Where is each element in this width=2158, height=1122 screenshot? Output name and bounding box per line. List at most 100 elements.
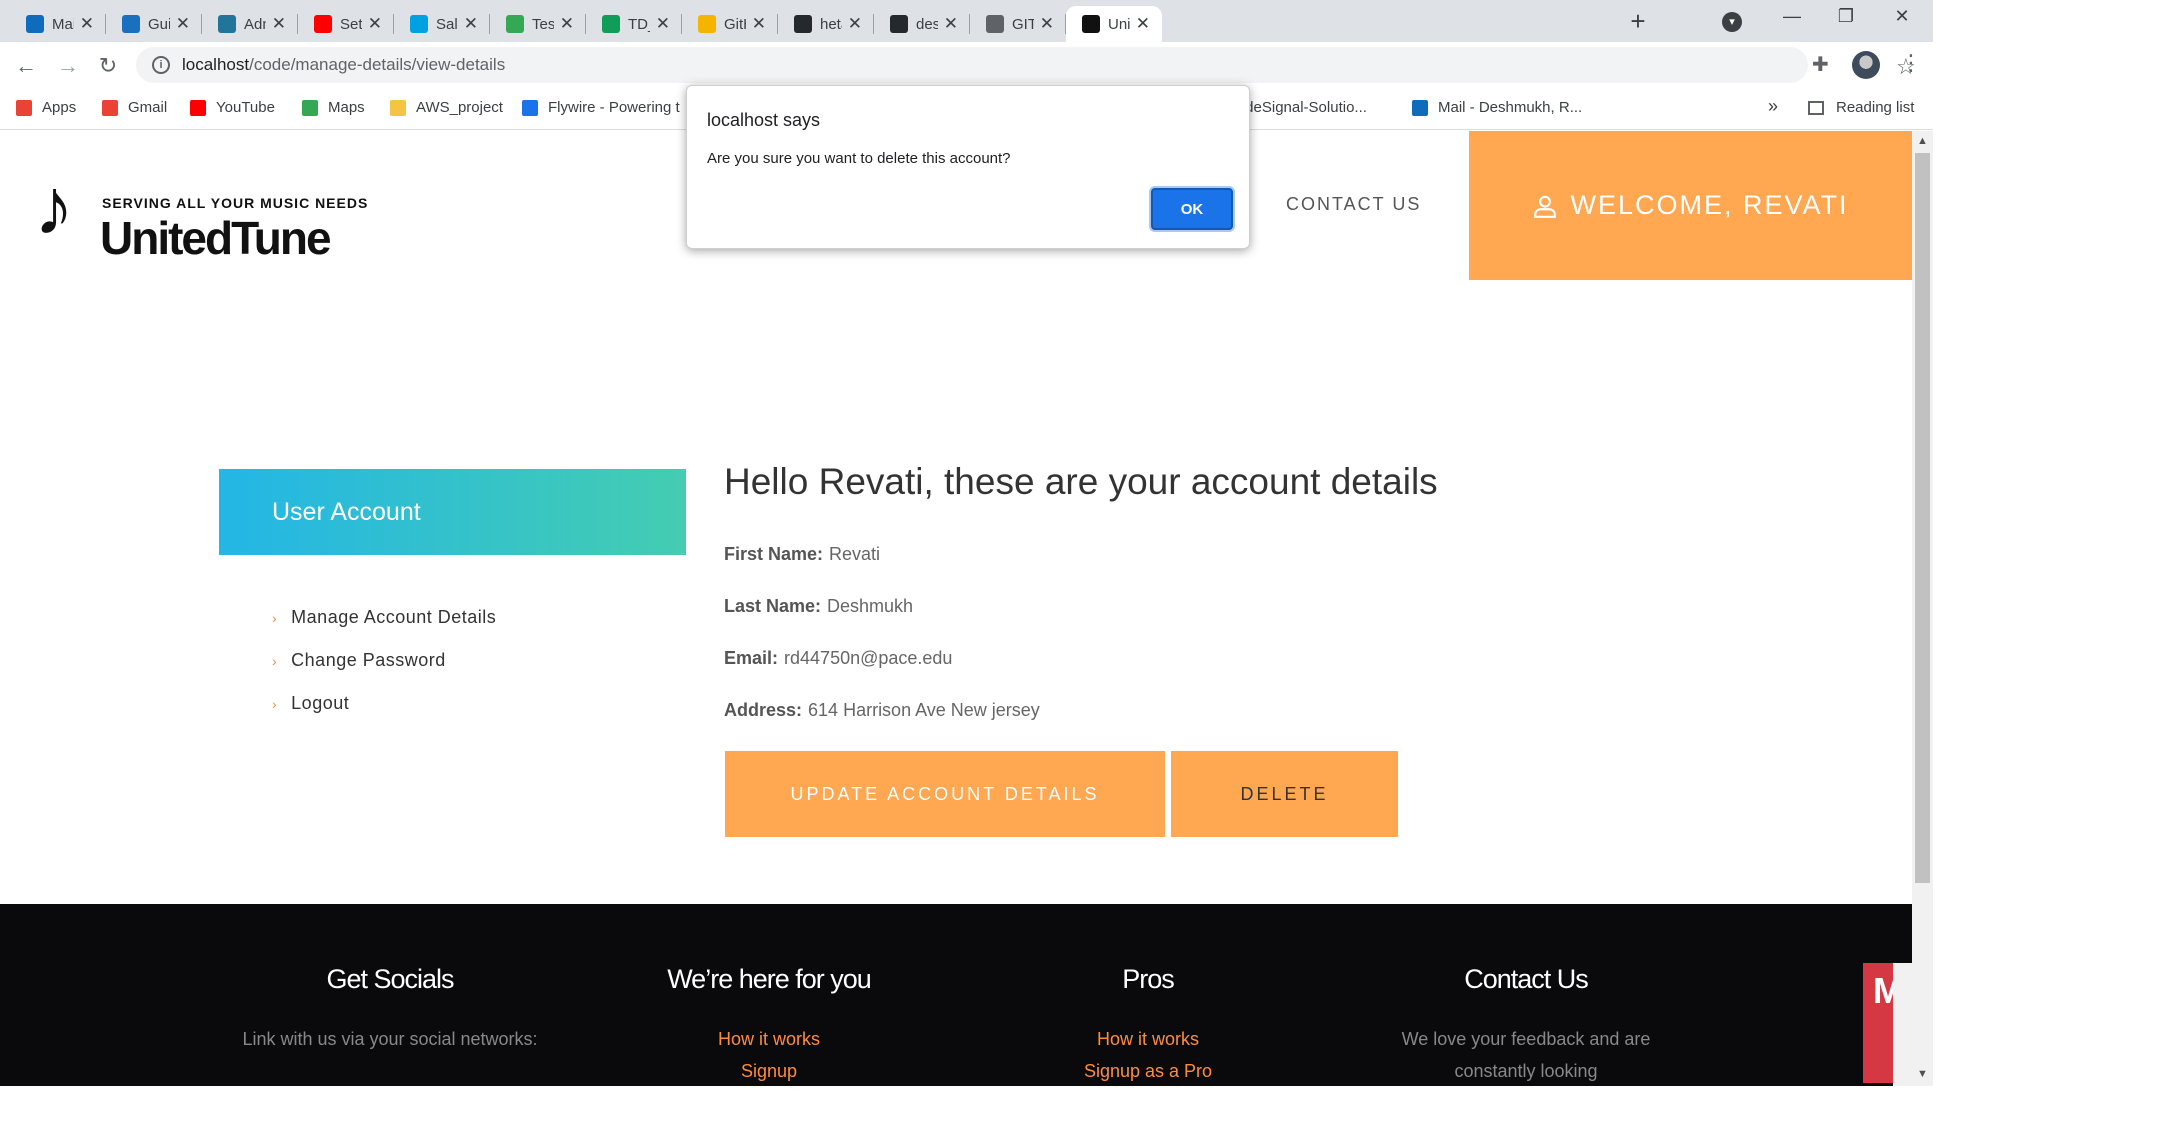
- logo-brand: UnitedTune: [100, 212, 332, 264]
- tab-close-icon[interactable]: ✕: [848, 14, 862, 34]
- browser-tab[interactable]: TD_1.05 ✕: [586, 6, 682, 42]
- delete-account-button[interactable]: DELETE: [1171, 751, 1398, 837]
- footer-link-signup[interactable]: Signup: [609, 1055, 929, 1086]
- browser-tab[interactable]: hetalic/ ✕: [778, 6, 874, 42]
- scroll-down-icon[interactable]: ▼: [1917, 1068, 1928, 1080]
- logo-tagline: SERVING ALL YOUR MUSIC NEEDS: [102, 195, 369, 211]
- menu-kebab-icon[interactable]: ⋮: [1900, 50, 1922, 76]
- welcome-user-button[interactable]: WELCOME, REVATI: [1469, 131, 1912, 280]
- bookmark-label: Flywire - Powering t: [548, 99, 680, 116]
- bookmark-favicon-icon: [102, 99, 118, 116]
- tab-favicon-icon: [698, 15, 716, 33]
- page-scrollbar[interactable]: ▲ ▼: [1912, 131, 1933, 1086]
- address-bar[interactable]: i localhost/code/manage-details/view-det…: [136, 47, 1916, 83]
- tab-close-icon[interactable]: ✕: [1136, 14, 1150, 34]
- bookmark-item[interactable]: Gmail: [102, 99, 167, 116]
- sidebar-item-change-password[interactable]: › Change Password: [272, 639, 496, 682]
- site-logo[interactable]: ♪ SERVING ALL YOUR MUSIC NEEDS UnitedTun…: [32, 163, 372, 265]
- bookmark-item[interactable]: Flywire - Powering t: [522, 99, 680, 116]
- tab-close-icon[interactable]: ✕: [1040, 14, 1054, 34]
- reload-icon[interactable]: ↻: [94, 52, 122, 80]
- page-viewport: ♪ SERVING ALL YOUR MUSIC NEEDS UnitedTun…: [0, 131, 1912, 1086]
- music-note-icon: ♪: [34, 162, 74, 251]
- tab-title: GIT Pus: [1012, 15, 1034, 33]
- tab-favicon-icon: [1082, 15, 1100, 33]
- tab-close-icon[interactable]: ✕: [80, 14, 94, 34]
- bookmark-item[interactable]: Maps: [302, 99, 365, 116]
- footer-title: Get Socials: [326, 964, 454, 994]
- sidebar-menu: › Manage Account Details › Change Passwo…: [272, 596, 496, 725]
- bookmark-item[interactable]: Apps: [16, 99, 76, 116]
- back-icon[interactable]: ←: [12, 52, 40, 80]
- tab-close-icon[interactable]: ✕: [464, 14, 478, 34]
- window-close-icon[interactable]: ✕: [1882, 6, 1922, 27]
- browser-tab[interactable]: deshmu ✕: [874, 6, 970, 42]
- browser-tab[interactable]: Test Pla ✕: [490, 6, 586, 42]
- bookmark-favicon-icon: [522, 99, 538, 116]
- forward-icon[interactable]: →: [54, 52, 82, 80]
- tab-close-icon[interactable]: ✕: [176, 14, 190, 34]
- tab-favicon-icon: [794, 15, 812, 33]
- detail-email: Email: rd44750n@pace.edu: [724, 648, 953, 668]
- bookmark-label: Apps: [42, 99, 77, 116]
- browser-tab[interactable]: GIT Pus ✕: [970, 6, 1066, 42]
- welcome-label: WELCOME, REVATI: [1570, 190, 1849, 220]
- bookmark-label: Maps: [328, 99, 365, 116]
- tab-favicon-icon: [986, 15, 1004, 33]
- footer-link-signup-pro[interactable]: Signup as a Pro: [988, 1055, 1308, 1086]
- sidebar-item-manage-account[interactable]: › Manage Account Details: [272, 596, 496, 639]
- tab-search-icon[interactable]: ▾: [1722, 12, 1742, 32]
- browser-toolbar: ← → ↻ i localhost/code/manage-details/vi…: [0, 42, 1933, 90]
- tab-close-icon[interactable]: ✕: [752, 14, 766, 34]
- detail-last-name: Last Name: Deshmukh: [724, 596, 914, 616]
- footer-link-how-it-works[interactable]: How it works: [609, 1023, 929, 1055]
- tab-title: Guide U: [148, 15, 170, 33]
- bookmark-favicon-icon: [302, 99, 318, 116]
- tab-favicon-icon: [506, 15, 524, 33]
- minimize-icon[interactable]: —: [1772, 6, 1812, 27]
- sidebar-item-label: Change Password: [291, 650, 446, 670]
- bookmark-favicon-icon: [390, 99, 406, 116]
- update-account-button[interactable]: UPDATE ACCOUNT DETAILS: [725, 751, 1165, 837]
- tab-close-icon[interactable]: ✕: [656, 14, 670, 34]
- tab-close-icon[interactable]: ✕: [560, 14, 574, 34]
- browser-tab[interactable]: GitHub ✕: [682, 6, 778, 42]
- browser-tab[interactable]: Setting ✕: [298, 6, 394, 42]
- bookmark-favicon-icon: [16, 99, 32, 116]
- profile-avatar[interactable]: [1852, 51, 1880, 79]
- sidebar-item-logout[interactable]: › Logout: [272, 682, 496, 725]
- page-title: Hello Revati, these are your account det…: [724, 461, 1438, 502]
- browser-tab[interactable]: Guide U ✕: [106, 6, 202, 42]
- sidebar-item-label: Manage Account Details: [291, 607, 497, 627]
- footer-title: We’re here for you: [667, 964, 872, 994]
- extensions-icon[interactable]: ✚: [1812, 52, 1829, 77]
- tab-close-icon[interactable]: ✕: [944, 14, 958, 34]
- browser-tab[interactable]: United ✕: [1066, 6, 1162, 42]
- tab-favicon-icon: [122, 15, 140, 33]
- bookmark-item[interactable]: AWS_project: [390, 99, 503, 116]
- new-tab-button[interactable]: +: [1620, 6, 1656, 38]
- tab-close-icon[interactable]: ✕: [272, 14, 286, 34]
- nav-contact-us[interactable]: CONTACT US: [1286, 194, 1421, 215]
- footer-col-contact: Contact Us We love your feedback and are…: [1366, 964, 1686, 1086]
- site-info-icon[interactable]: i: [152, 56, 170, 74]
- scrollbar-thumb[interactable]: [1915, 153, 1930, 883]
- tab-favicon-icon: [602, 15, 620, 33]
- bookmark-item[interactable]: Mail - Deshmukh, R...: [1412, 99, 1582, 116]
- scroll-up-icon[interactable]: ▲: [1917, 135, 1928, 147]
- chat-widget-scrollbar[interactable]: [1893, 963, 1912, 1086]
- bookmark-item[interactable]: YouTube: [190, 99, 275, 116]
- dialog-title: localhost says: [707, 110, 821, 130]
- reading-list-button[interactable]: Reading list: [1808, 99, 1914, 116]
- bookmarks-more-icon[interactable]: »: [1768, 96, 1778, 117]
- tab-title: Test Pla: [532, 15, 554, 33]
- footer-link-pro-how-it-works[interactable]: How it works: [988, 1023, 1308, 1055]
- tab-close-icon[interactable]: ✕: [368, 14, 382, 34]
- browser-tab[interactable]: Salesfor ✕: [394, 6, 490, 42]
- browser-tab[interactable]: Admin ✕: [202, 6, 298, 42]
- detail-first-name: First Name: Revati: [724, 544, 881, 564]
- dialog-ok-button[interactable]: OK: [1151, 188, 1233, 230]
- restore-icon[interactable]: ❐: [1826, 6, 1866, 27]
- tab-title: hetalic/: [820, 15, 842, 33]
- browser-tab[interactable]: Mail - D ✕: [10, 6, 106, 42]
